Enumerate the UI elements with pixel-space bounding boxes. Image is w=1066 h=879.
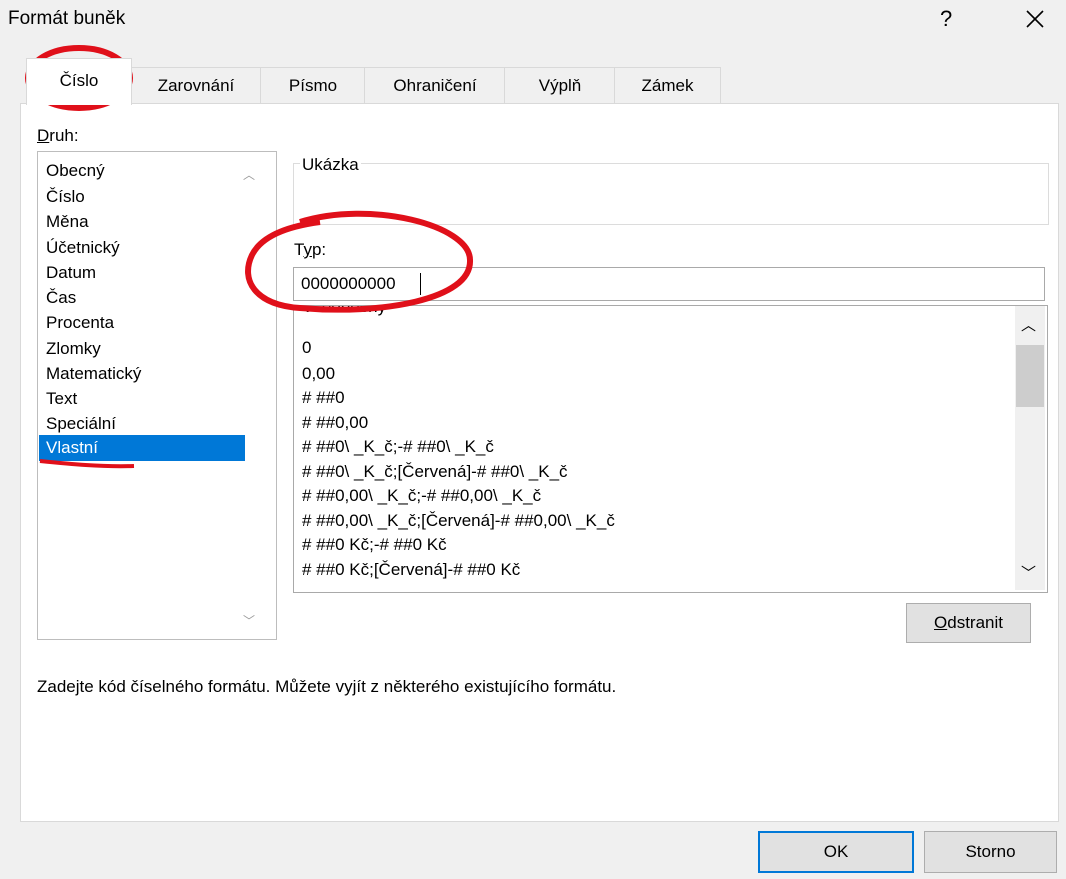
format-item[interactable]: 0,00 (302, 364, 335, 384)
category-item-procenta[interactable]: Procenta (39, 310, 245, 336)
tab-vypln[interactable]: Výplň (504, 67, 616, 103)
format-item[interactable]: 0 (302, 338, 311, 358)
help-button[interactable]: ? (940, 6, 952, 32)
category-item-cislo[interactable]: Číslo (39, 184, 245, 210)
category-item-zlomky[interactable]: Zlomky (39, 336, 245, 362)
format-scroll-thumb[interactable] (1016, 345, 1044, 407)
format-item[interactable]: # ##0,00 (302, 413, 368, 433)
format-item[interactable]: Všeobecný (302, 306, 386, 317)
ok-button[interactable]: OK (758, 831, 914, 873)
format-scroll-down-icon[interactable]: ﹀ (1021, 562, 1036, 583)
sample-box (293, 163, 1049, 225)
description-text: Zadejte kód číselného formátu. Můžete vy… (37, 677, 617, 696)
format-item[interactable]: # ##0,00\ _K_č;[Červená]-# ##0,00\ _K_č (302, 511, 615, 531)
category-scroll-up-icon[interactable]: ︿ (243, 166, 255, 183)
text-caret (420, 273, 421, 295)
category-item-vlastni[interactable]: Vlastní (39, 435, 245, 461)
category-item-matematicky[interactable]: Matematický (39, 361, 245, 387)
category-item-ucetnicky[interactable]: Účetnický (39, 235, 245, 261)
format-scroll-up-icon[interactable]: ︿ (1021, 314, 1036, 335)
format-item[interactable]: # ##0 Kč;-# ##0 Kč (302, 535, 447, 555)
delete-button[interactable]: Odstranit (906, 603, 1031, 643)
category-item-cas[interactable]: Čas (39, 285, 245, 311)
category-item-datum[interactable]: Datum (39, 260, 245, 286)
tab-pismo[interactable]: Písmo (260, 67, 366, 103)
tab-cislo[interactable]: Číslo (26, 58, 132, 105)
tab-ohraniceni[interactable]: Ohraničení (364, 67, 506, 103)
tab-zarovnani[interactable]: Zarovnání (130, 67, 262, 103)
close-button[interactable] (1020, 4, 1050, 34)
format-item[interactable]: # ##0,00\ _K_č;-# ##0,00\ _K_č (302, 486, 541, 506)
close-icon (1026, 10, 1044, 28)
category-scroll-down-icon[interactable]: ﹀ (243, 612, 255, 629)
cancel-button[interactable]: Storno (924, 831, 1057, 873)
dialog-title: Formát buněk (8, 8, 126, 29)
format-item[interactable]: # ##0\ _K_č;-# ##0\ _K_č (302, 437, 494, 457)
category-list[interactable]: Obecný Číslo Měna Účetnický Datum Čas Pr… (37, 151, 277, 640)
category-label: Druh: (37, 126, 79, 145)
format-list[interactable]: Všeobecný 0 0,00 # ##0 # ##0,00 # ##0\ _… (293, 305, 1048, 593)
category-item-specialni[interactable]: Speciální (39, 411, 245, 437)
category-item-text[interactable]: Text (39, 386, 245, 412)
category-item-mena[interactable]: Měna (39, 209, 245, 235)
category-item-obecny[interactable]: Obecný (39, 158, 245, 184)
tab-zamek[interactable]: Zámek (614, 67, 721, 103)
type-label: Typ: (294, 240, 327, 259)
sample-label: Ukázka (300, 155, 361, 175)
format-item[interactable]: # ##0 Kč;[Červená]-# ##0 Kč (302, 560, 520, 580)
format-item[interactable]: # ##0\ _K_č;[Červená]-# ##0\ _K_č (302, 462, 568, 482)
format-item[interactable]: # ##0 (302, 388, 345, 408)
type-input[interactable] (293, 267, 1045, 301)
